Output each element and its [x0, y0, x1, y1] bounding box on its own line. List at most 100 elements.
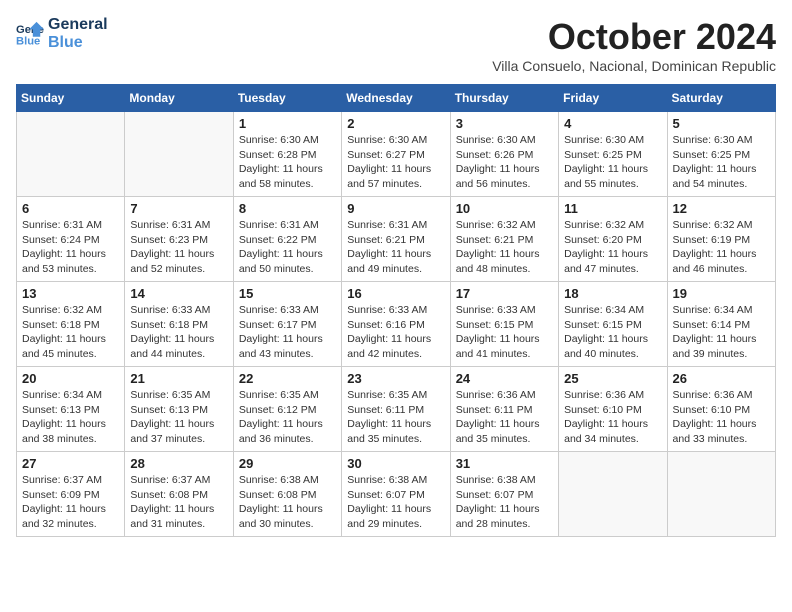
- calendar-cell: 20 Sunrise: 6:34 AM Sunset: 6:13 PM Dayli…: [17, 367, 125, 452]
- calendar-cell: 18 Sunrise: 6:34 AM Sunset: 6:15 PM Dayli…: [559, 282, 667, 367]
- day-number: 5: [673, 116, 770, 131]
- day-of-week-header: Monday: [125, 85, 233, 112]
- day-of-week-header: Sunday: [17, 85, 125, 112]
- calendar-table: SundayMondayTuesdayWednesdayThursdayFrid…: [16, 84, 776, 537]
- day-info: Sunrise: 6:33 AM Sunset: 6:15 PM Dayligh…: [456, 303, 553, 362]
- day-info: Sunrise: 6:38 AM Sunset: 6:07 PM Dayligh…: [347, 473, 444, 532]
- day-number: 27: [22, 456, 119, 471]
- calendar-cell: [667, 452, 775, 537]
- calendar-cell: 29 Sunrise: 6:38 AM Sunset: 6:08 PM Dayli…: [233, 452, 341, 537]
- day-number: 26: [673, 371, 770, 386]
- day-info: Sunrise: 6:32 AM Sunset: 6:21 PM Dayligh…: [456, 218, 553, 277]
- day-number: 18: [564, 286, 661, 301]
- calendar-cell: 3Sunrise: 6:30 AM Sunset: 6:26 PM Daylig…: [450, 112, 558, 197]
- logo-line1: General: [48, 16, 108, 34]
- day-info: Sunrise: 6:35 AM Sunset: 6:13 PM Dayligh…: [130, 388, 227, 447]
- day-number: 11: [564, 201, 661, 216]
- day-info: Sunrise: 6:34 AM Sunset: 6:15 PM Dayligh…: [564, 303, 661, 362]
- day-info: Sunrise: 6:30 AM Sunset: 6:26 PM Dayligh…: [456, 133, 553, 192]
- day-info: Sunrise: 6:36 AM Sunset: 6:11 PM Dayligh…: [456, 388, 553, 447]
- day-info: Sunrise: 6:30 AM Sunset: 6:25 PM Dayligh…: [673, 133, 770, 192]
- calendar-cell: 2 Sunrise: 6:30 AM Sunset: 6:27 PM Daylig…: [342, 112, 450, 197]
- day-number: 9: [347, 201, 444, 216]
- day-number: 25: [564, 371, 661, 386]
- calendar-cell: 24 Sunrise: 6:36 AM Sunset: 6:11 PM Dayli…: [450, 367, 558, 452]
- calendar-week-row: 27 Sunrise: 6:37 AM Sunset: 6:09 PM Dayli…: [17, 452, 776, 537]
- day-info: Sunrise: 6:32 AM Sunset: 6:19 PM Dayligh…: [673, 218, 770, 277]
- calendar-cell: 11 Sunrise: 6:32 AM Sunset: 6:20 PM Dayli…: [559, 197, 667, 282]
- calendar-week-row: 20 Sunrise: 6:34 AM Sunset: 6:13 PM Dayli…: [17, 367, 776, 452]
- day-number: 14: [130, 286, 227, 301]
- day-number: 8: [239, 201, 336, 216]
- calendar-cell: 7 Sunrise: 6:31 AM Sunset: 6:23 PM Daylig…: [125, 197, 233, 282]
- day-number: 6: [22, 201, 119, 216]
- day-number: 12: [673, 201, 770, 216]
- day-info: Sunrise: 6:35 AM Sunset: 6:11 PM Dayligh…: [347, 388, 444, 447]
- day-info: Sunrise: 6:34 AM Sunset: 6:13 PM Dayligh…: [22, 388, 119, 447]
- calendar-cell: 10Sunrise: 6:32 AM Sunset: 6:21 PM Dayli…: [450, 197, 558, 282]
- title-block: October 2024 Villa Consuelo, Nacional, D…: [492, 16, 776, 74]
- calendar-cell: [125, 112, 233, 197]
- calendar-cell: 31Sunrise: 6:38 AM Sunset: 6:07 PM Dayli…: [450, 452, 558, 537]
- day-info: Sunrise: 6:32 AM Sunset: 6:18 PM Dayligh…: [22, 303, 119, 362]
- calendar-cell: [559, 452, 667, 537]
- day-number: 1: [239, 116, 336, 131]
- day-number: 20: [22, 371, 119, 386]
- day-info: Sunrise: 6:38 AM Sunset: 6:08 PM Dayligh…: [239, 473, 336, 532]
- day-number: 2: [347, 116, 444, 131]
- calendar-cell: 5 Sunrise: 6:30 AM Sunset: 6:25 PM Daylig…: [667, 112, 775, 197]
- day-number: 28: [130, 456, 227, 471]
- calendar-cell: 8 Sunrise: 6:31 AM Sunset: 6:22 PM Daylig…: [233, 197, 341, 282]
- day-number: 23: [347, 371, 444, 386]
- day-of-week-header: Thursday: [450, 85, 558, 112]
- calendar-cell: 17Sunrise: 6:33 AM Sunset: 6:15 PM Dayli…: [450, 282, 558, 367]
- calendar-cell: 25 Sunrise: 6:36 AM Sunset: 6:10 PM Dayli…: [559, 367, 667, 452]
- calendar-header-row: SundayMondayTuesdayWednesdayThursdayFrid…: [17, 85, 776, 112]
- logo-icon: General Blue: [16, 20, 44, 48]
- day-number: 19: [673, 286, 770, 301]
- day-number: 29: [239, 456, 336, 471]
- day-info: Sunrise: 6:35 AM Sunset: 6:12 PM Dayligh…: [239, 388, 336, 447]
- day-of-week-header: Tuesday: [233, 85, 341, 112]
- day-info: Sunrise: 6:33 AM Sunset: 6:16 PM Dayligh…: [347, 303, 444, 362]
- calendar-cell: 16Sunrise: 6:33 AM Sunset: 6:16 PM Dayli…: [342, 282, 450, 367]
- calendar-cell: 15Sunrise: 6:33 AM Sunset: 6:17 PM Dayli…: [233, 282, 341, 367]
- calendar-cell: 30Sunrise: 6:38 AM Sunset: 6:07 PM Dayli…: [342, 452, 450, 537]
- page-header: General Blue General Blue October 2024 V…: [16, 16, 776, 74]
- day-info: Sunrise: 6:33 AM Sunset: 6:18 PM Dayligh…: [130, 303, 227, 362]
- day-of-week-header: Wednesday: [342, 85, 450, 112]
- day-info: Sunrise: 6:31 AM Sunset: 6:22 PM Dayligh…: [239, 218, 336, 277]
- calendar-cell: 21Sunrise: 6:35 AM Sunset: 6:13 PM Dayli…: [125, 367, 233, 452]
- logo-line2: Blue: [48, 34, 108, 52]
- calendar-cell: 27 Sunrise: 6:37 AM Sunset: 6:09 PM Dayli…: [17, 452, 125, 537]
- calendar-cell: 9 Sunrise: 6:31 AM Sunset: 6:21 PM Daylig…: [342, 197, 450, 282]
- day-number: 4: [564, 116, 661, 131]
- calendar-cell: 23 Sunrise: 6:35 AM Sunset: 6:11 PM Dayli…: [342, 367, 450, 452]
- calendar-cell: 14 Sunrise: 6:33 AM Sunset: 6:18 PM Dayli…: [125, 282, 233, 367]
- day-number: 24: [456, 371, 553, 386]
- day-info: Sunrise: 6:30 AM Sunset: 6:25 PM Dayligh…: [564, 133, 661, 192]
- day-number: 31: [456, 456, 553, 471]
- calendar-cell: 22Sunrise: 6:35 AM Sunset: 6:12 PM Dayli…: [233, 367, 341, 452]
- day-number: 7: [130, 201, 227, 216]
- calendar-week-row: 13Sunrise: 6:32 AM Sunset: 6:18 PM Dayli…: [17, 282, 776, 367]
- day-info: Sunrise: 6:34 AM Sunset: 6:14 PM Dayligh…: [673, 303, 770, 362]
- day-info: Sunrise: 6:37 AM Sunset: 6:08 PM Dayligh…: [130, 473, 227, 532]
- calendar-cell: 19 Sunrise: 6:34 AM Sunset: 6:14 PM Dayli…: [667, 282, 775, 367]
- calendar-week-row: 1 Sunrise: 6:30 AM Sunset: 6:28 PM Daylig…: [17, 112, 776, 197]
- day-info: Sunrise: 6:37 AM Sunset: 6:09 PM Dayligh…: [22, 473, 119, 532]
- calendar-cell: 1 Sunrise: 6:30 AM Sunset: 6:28 PM Daylig…: [233, 112, 341, 197]
- day-info: Sunrise: 6:32 AM Sunset: 6:20 PM Dayligh…: [564, 218, 661, 277]
- day-info: Sunrise: 6:30 AM Sunset: 6:28 PM Dayligh…: [239, 133, 336, 192]
- day-info: Sunrise: 6:31 AM Sunset: 6:24 PM Dayligh…: [22, 218, 119, 277]
- calendar-cell: 6 Sunrise: 6:31 AM Sunset: 6:24 PM Daylig…: [17, 197, 125, 282]
- day-info: Sunrise: 6:31 AM Sunset: 6:23 PM Dayligh…: [130, 218, 227, 277]
- svg-text:Blue: Blue: [16, 35, 40, 47]
- day-of-week-header: Saturday: [667, 85, 775, 112]
- day-info: Sunrise: 6:36 AM Sunset: 6:10 PM Dayligh…: [564, 388, 661, 447]
- day-of-week-header: Friday: [559, 85, 667, 112]
- location-subtitle: Villa Consuelo, Nacional, Dominican Repu…: [492, 58, 776, 74]
- day-info: Sunrise: 6:31 AM Sunset: 6:21 PM Dayligh…: [347, 218, 444, 277]
- day-info: Sunrise: 6:30 AM Sunset: 6:27 PM Dayligh…: [347, 133, 444, 192]
- day-info: Sunrise: 6:33 AM Sunset: 6:17 PM Dayligh…: [239, 303, 336, 362]
